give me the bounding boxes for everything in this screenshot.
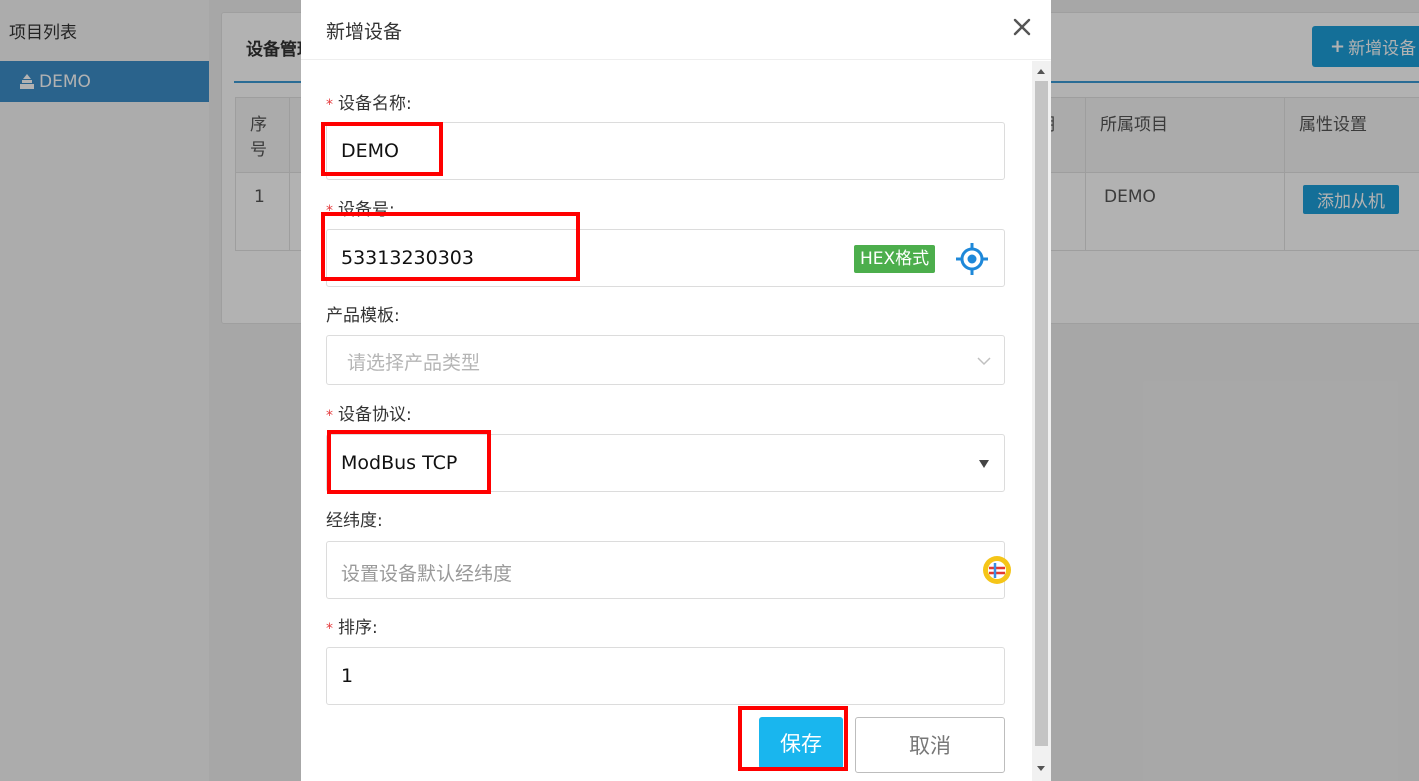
- annotation-box-number: [321, 212, 580, 281]
- locate-icon[interactable]: [955, 242, 989, 276]
- product-template-label: 产品模板:: [326, 306, 400, 326]
- new-device-dialog: 新增设备 * 设备名称: DEMO * 设备号: 53313230303 HEX格式…: [301, 0, 1051, 781]
- device-name-label: * 设备名称:: [326, 94, 412, 114]
- annotation-box-save: [738, 706, 848, 771]
- location-label: 经纬度:: [326, 511, 383, 531]
- map-icon[interactable]: [981, 552, 1013, 588]
- scroll-thumb[interactable]: [1035, 81, 1048, 746]
- dialog-header: 新增设备: [301, 0, 1051, 60]
- location-input[interactable]: 设置设备默认经纬度: [326, 541, 1011, 599]
- scroll-up-icon[interactable]: [1037, 69, 1045, 74]
- chevron-down-icon: [977, 357, 991, 366]
- location-placeholder: 设置设备默认经纬度: [341, 563, 513, 585]
- dialog-body: * 设备名称: DEMO * 设备号: 53313230303 HEX格式 产品模板…: [301, 61, 1032, 781]
- product-template-select[interactable]: 请选择产品类型: [326, 335, 1005, 385]
- required-mark: *: [326, 97, 333, 113]
- sort-value: 1: [341, 665, 354, 687]
- hex-format-badge[interactable]: HEX格式: [854, 245, 936, 273]
- scroll-down-icon[interactable]: [1037, 766, 1045, 771]
- sort-input[interactable]: 1: [326, 647, 1005, 705]
- annotation-box-protocol: [327, 430, 491, 494]
- protocol-label: * 设备协议:: [326, 405, 412, 425]
- sort-label: * 排序:: [326, 618, 378, 638]
- caret-down-icon: [979, 460, 989, 468]
- close-icon[interactable]: [1011, 16, 1033, 38]
- product-template-placeholder: 请选择产品类型: [347, 352, 481, 374]
- annotation-box-name: [321, 122, 443, 176]
- dialog-scrollbar[interactable]: [1032, 61, 1051, 781]
- required-mark: *: [326, 621, 333, 637]
- required-mark: *: [326, 408, 333, 424]
- cancel-button[interactable]: 取消: [855, 717, 1005, 773]
- dialog-title: 新增设备: [326, 21, 403, 43]
